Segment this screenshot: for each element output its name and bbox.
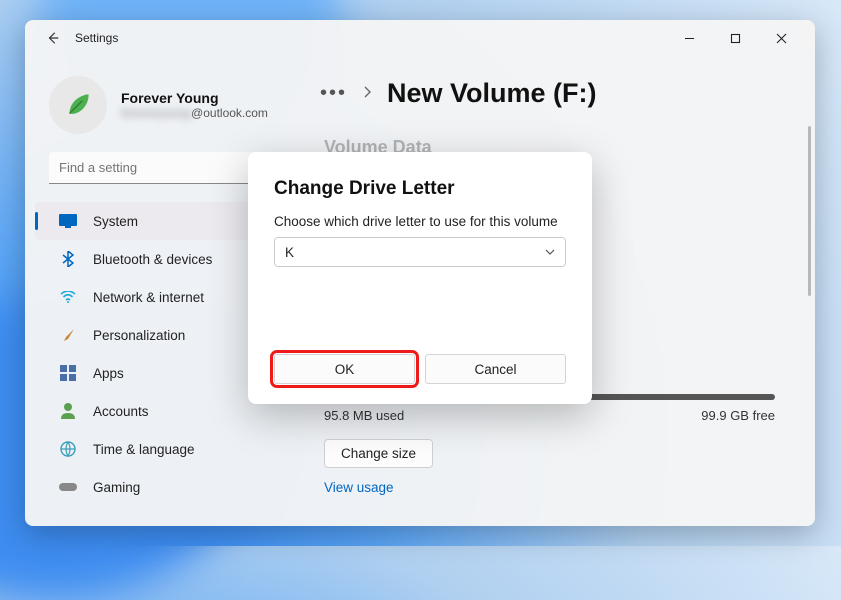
person-icon xyxy=(59,402,77,420)
dialog-title: Change Drive Letter xyxy=(274,178,566,200)
leaf-icon xyxy=(61,88,95,122)
page-title: New Volume (F:) xyxy=(387,78,597,109)
view-usage-link[interactable]: View usage xyxy=(324,480,394,495)
nav-label: Bluetooth & devices xyxy=(93,252,212,267)
dialog-prompt: Choose which drive letter to use for thi… xyxy=(274,214,566,229)
avatar xyxy=(49,76,107,134)
change-drive-letter-dialog: Change Drive Letter Choose which drive l… xyxy=(248,152,592,404)
brush-icon xyxy=(59,326,77,344)
window-title: Settings xyxy=(75,31,118,45)
usage-free: 99.9 GB free xyxy=(701,408,775,423)
wifi-icon xyxy=(59,288,77,306)
nav-label: Accounts xyxy=(93,404,149,419)
scrollbar[interactable] xyxy=(808,126,811,296)
gaming-icon xyxy=(59,478,77,496)
chevron-down-icon xyxy=(545,249,555,255)
close-icon xyxy=(776,33,787,44)
nav-label: System xyxy=(93,214,138,229)
close-button[interactable] xyxy=(767,24,795,52)
nav-label: Personalization xyxy=(93,328,185,343)
titlebar: Settings xyxy=(25,20,815,56)
chevron-right-icon xyxy=(363,85,371,103)
nav-label: Apps xyxy=(93,366,124,381)
system-icon xyxy=(59,212,77,230)
nav-item-gaming[interactable]: Gaming xyxy=(35,468,310,506)
cancel-button[interactable]: Cancel xyxy=(425,354,566,384)
bluetooth-icon xyxy=(59,250,77,268)
nav-label: Gaming xyxy=(93,480,140,495)
maximize-button[interactable] xyxy=(721,24,749,52)
profile-block[interactable]: Forever Young foreveryoung@outlook.com xyxy=(25,56,320,152)
nav-label: Time & language xyxy=(93,442,195,457)
apps-icon xyxy=(59,364,77,382)
change-size-button[interactable]: Change size xyxy=(324,439,433,468)
minimize-button[interactable] xyxy=(675,24,703,52)
breadcrumb-ellipsis[interactable]: ••• xyxy=(320,82,347,105)
profile-name: Forever Young xyxy=(121,90,268,106)
minimize-icon xyxy=(684,33,695,44)
maximize-icon xyxy=(730,33,741,44)
profile-email: foreveryoung@outlook.com xyxy=(121,106,268,120)
ok-button[interactable]: OK xyxy=(274,354,415,384)
nav-item-time-language[interactable]: Time & language xyxy=(35,430,310,468)
nav-label: Network & internet xyxy=(93,290,204,305)
select-value: K xyxy=(285,245,294,260)
arrow-left-icon xyxy=(46,31,60,45)
usage-used: 95.8 MB used xyxy=(324,408,404,423)
drive-letter-select[interactable]: K xyxy=(274,237,566,267)
back-button[interactable] xyxy=(41,26,65,50)
breadcrumb: ••• New Volume (F:) xyxy=(320,78,805,109)
globe-icon xyxy=(59,440,77,458)
